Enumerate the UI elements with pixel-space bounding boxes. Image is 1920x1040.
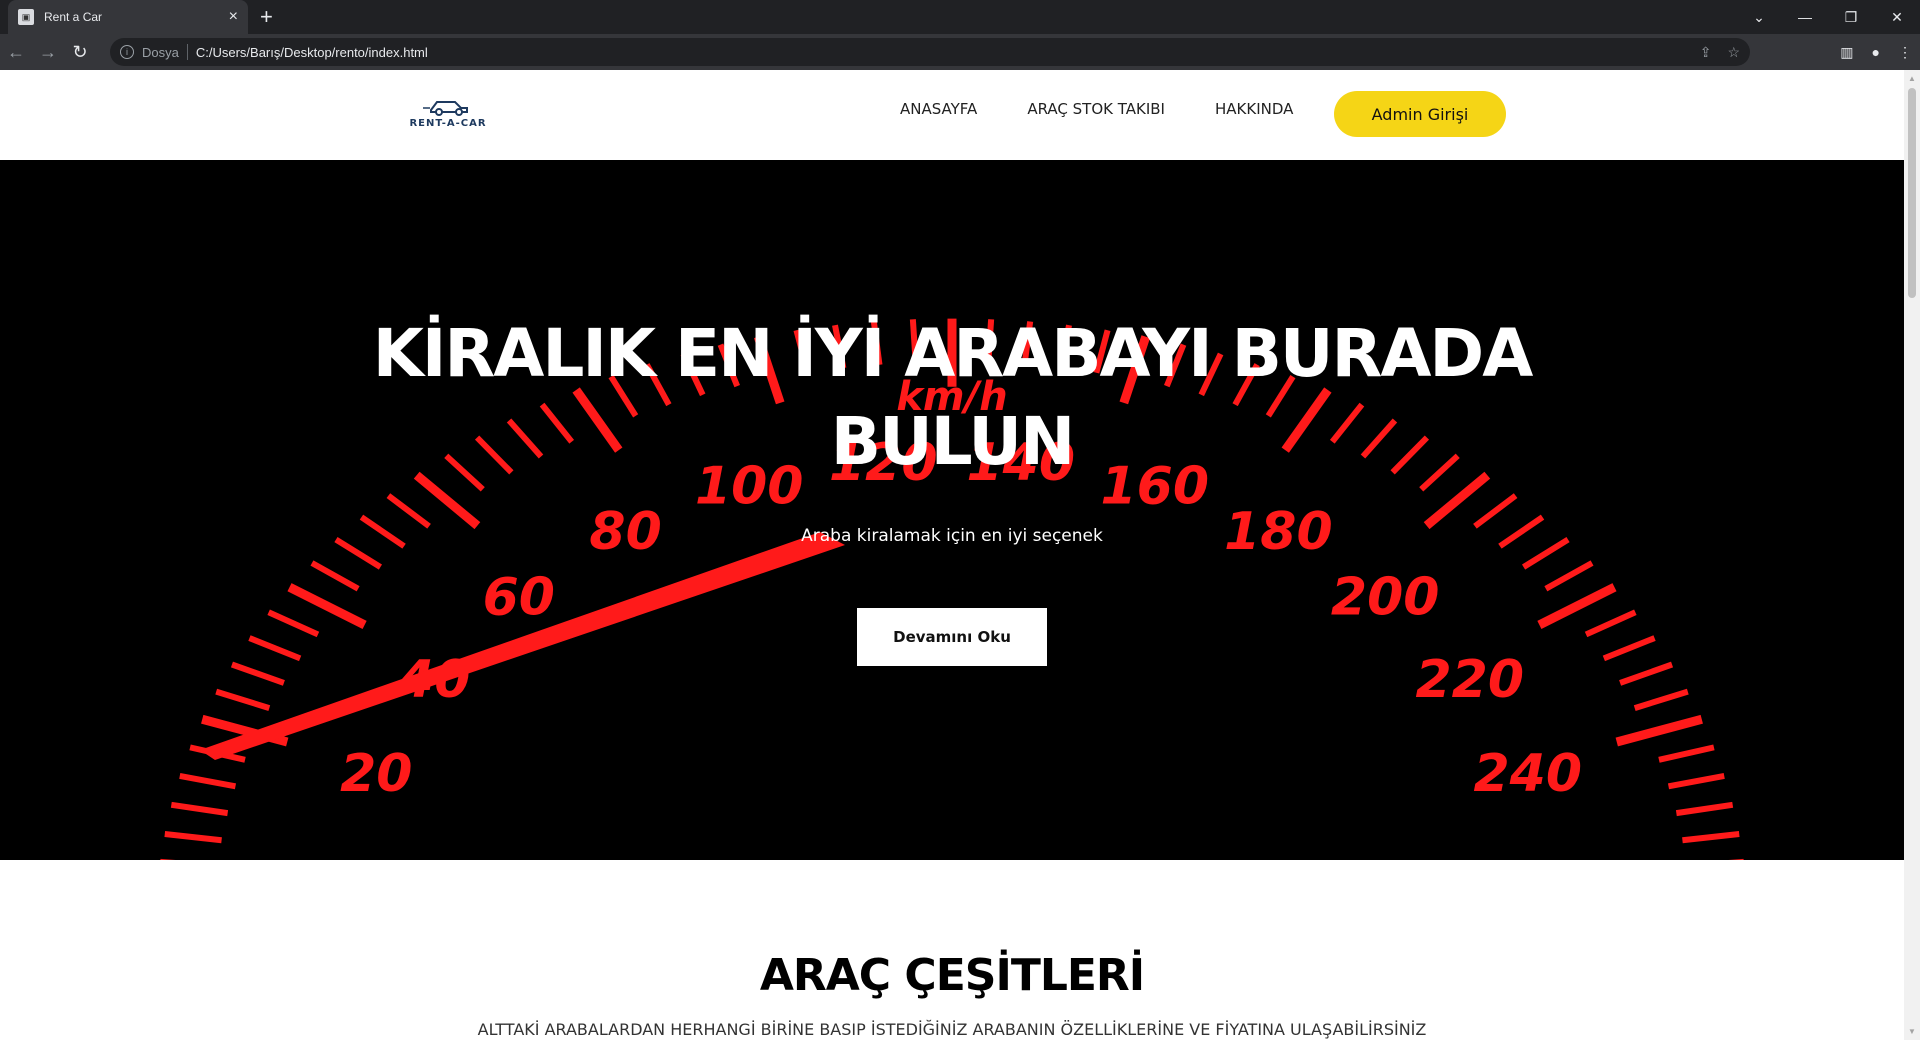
gauge-tick	[1633, 688, 1689, 711]
section-subtitle: ALTTAKİ ARABALARDAN HERHANGİ BİRİNE BASI…	[477, 1020, 1427, 1039]
restore-icon[interactable]: ❐	[1828, 9, 1874, 26]
menu-dots-icon[interactable]: ⋮	[1898, 44, 1912, 61]
url-text[interactable]: C:/Users/Barış/Desktop/rento/index.html	[196, 45, 428, 60]
nav-stock-tracking[interactable]: ARAÇ STOK TAKIBI	[1027, 100, 1165, 118]
gauge-tick	[248, 635, 302, 662]
admin-login-button[interactable]: Admin Girişi	[1334, 91, 1506, 137]
read-more-button[interactable]: Devamını Oku	[857, 608, 1047, 666]
hero-section: 20406080100120140160180200220240km/h KİR…	[0, 160, 1904, 860]
scroll-down-icon[interactable]: ▼	[1908, 1027, 1916, 1036]
site-logo[interactable]: RENT-A-CAR	[408, 96, 488, 129]
gauge-tick	[1667, 772, 1725, 790]
gauge-tick	[170, 801, 229, 817]
section-title: ARAÇ ÇEŞİTLERİ	[759, 950, 1145, 1001]
side-panel-icon[interactable]: ▥	[1840, 44, 1853, 61]
gauge-label: 60	[483, 568, 555, 628]
main-nav: ANASAYFA ARAÇ STOK TAKIBI HAKKINDA	[900, 100, 1293, 118]
favicon-icon: ▣	[18, 9, 34, 25]
info-icon[interactable]: i	[120, 45, 134, 59]
gauge-label: 200	[1331, 568, 1440, 628]
gauge-tick	[1615, 714, 1703, 747]
scroll-thumb[interactable]	[1908, 88, 1916, 298]
page-scrollbar[interactable]: ▲ ▼	[1904, 70, 1920, 1040]
hero-title-line-2: BULUN	[830, 403, 1075, 480]
browser-tab-strip: ▣ Rent a Car × + ⌄ — ❐ ✕	[0, 0, 1920, 34]
forward-icon[interactable]: →	[32, 42, 64, 63]
divider	[186, 44, 188, 60]
nav-about[interactable]: HAKKINDA	[1215, 100, 1293, 118]
hero-subtitle: Araba kiralamak için en iyi seçenek	[801, 526, 1103, 546]
gauge-tick	[230, 661, 285, 686]
tab-title: Rent a Car	[44, 10, 103, 24]
gauge-tick	[1658, 744, 1715, 763]
gauge-tick	[1473, 493, 1518, 529]
gauge-tick	[1675, 801, 1734, 817]
scheme-label: Dosya	[142, 44, 179, 60]
address-bar[interactable]: i Dosya C:/Users/Barış/Desktop/rento/ind…	[110, 38, 1750, 66]
car-logo-icon	[423, 101, 468, 116]
gauge-tick	[164, 831, 222, 844]
gauge-tick	[1537, 583, 1617, 629]
window-controls: ⌄ — ❐ ✕	[1736, 0, 1920, 34]
gauge-tick	[1544, 560, 1594, 592]
browser-tab[interactable]: ▣ Rent a Car ×	[8, 0, 248, 34]
nav-home[interactable]: ANASAYFA	[900, 100, 977, 118]
gauge-needle	[200, 532, 845, 760]
gauge-tick	[1619, 661, 1674, 686]
share-icon[interactable]: ⇪	[1700, 44, 1712, 61]
gauge-tick	[287, 583, 367, 629]
scroll-up-icon[interactable]: ▲	[1908, 74, 1916, 83]
logo-text: RENT-A-CAR	[409, 118, 487, 129]
gauge-tick	[310, 560, 360, 592]
close-window-icon[interactable]: ✕	[1874, 9, 1920, 26]
gauge-tick	[179, 772, 237, 790]
gauge-tick	[215, 688, 271, 711]
new-tab-icon[interactable]: +	[260, 4, 273, 30]
site-header: RENT-A-CAR ANASAYFA ARAÇ STOK TAKIBI HAK…	[0, 70, 1904, 160]
page-viewport: RENT-A-CAR ANASAYFA ARAÇ STOK TAKIBI HAK…	[0, 70, 1904, 1040]
gauge-label: 240	[1473, 744, 1582, 804]
hero-title-line-1: KİRALIK EN İYİ ARABAYI BURADA	[372, 315, 1534, 392]
minimize-icon[interactable]: —	[1782, 9, 1828, 25]
hero-title: KİRALIK EN İYİ ARABAYI BURADA BULUN	[0, 310, 1904, 486]
gauge-label: 20	[340, 744, 412, 804]
gauge-label: 220	[1415, 650, 1524, 710]
gauge-tick	[1602, 635, 1656, 662]
back-icon[interactable]: ←	[0, 42, 32, 63]
tab-search-icon[interactable]: ⌄	[1736, 9, 1782, 26]
gauge-tick	[386, 493, 431, 529]
close-tab-icon[interactable]: ×	[229, 9, 238, 25]
reload-icon[interactable]: ↻	[64, 42, 96, 63]
gauge-tick	[1682, 831, 1740, 844]
speedometer-graphic: 20406080100120140160180200220240km/h	[160, 318, 1744, 860]
bookmark-star-icon[interactable]: ☆	[1727, 44, 1740, 61]
browser-toolbar: ← → ↻ i Dosya C:/Users/Barış/Desktop/ren…	[0, 34, 1920, 70]
gauge-tick	[1584, 609, 1637, 638]
gauge-tick	[267, 609, 320, 638]
profile-icon[interactable]: ●	[1872, 44, 1880, 60]
